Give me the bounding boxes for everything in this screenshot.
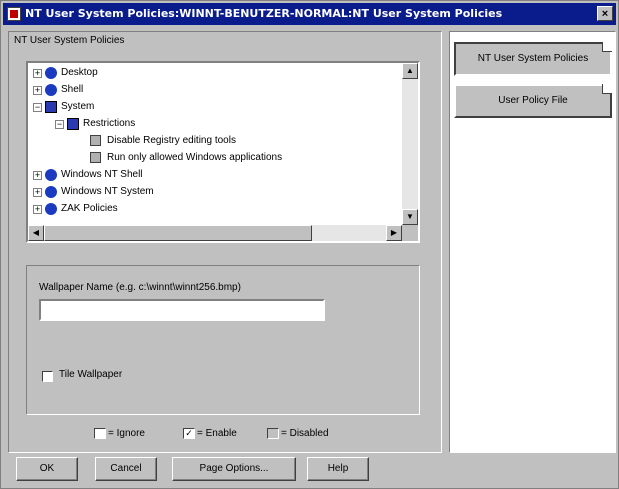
tab-label: NT User System Policies bbox=[477, 53, 589, 64]
settings-panel: Wallpaper Name (e.g. c:\winnt\winnt256.b… bbox=[26, 265, 420, 415]
book-icon bbox=[67, 118, 79, 130]
collapse-icon[interactable]: − bbox=[33, 103, 42, 112]
policy-tree[interactable]: + Desktop + Shell − System − Restriction… bbox=[26, 61, 420, 243]
disabled-legend-box bbox=[267, 428, 279, 439]
ignore-legend-label: = Ignore bbox=[108, 428, 145, 439]
tile-wallpaper-checkbox[interactable] bbox=[42, 371, 53, 382]
panel-caption: NT User System Policies bbox=[14, 35, 125, 46]
tree-item-system[interactable]: − System bbox=[28, 99, 402, 115]
scroll-corner bbox=[402, 225, 418, 241]
scroll-up-icon[interactable]: ▲ bbox=[402, 63, 418, 79]
checkbox-icon[interactable] bbox=[90, 135, 101, 146]
close-button[interactable]: × bbox=[597, 6, 613, 21]
enable-legend-label: = Enable bbox=[197, 428, 237, 439]
tree-item-label: Run only allowed Windows applications bbox=[107, 152, 283, 163]
expand-icon[interactable]: + bbox=[33, 205, 42, 214]
tree-item-label: Disable Registry editing tools bbox=[107, 135, 236, 146]
tree-item-label: ZAK Policies bbox=[61, 203, 118, 214]
tree-item-windows-nt-shell[interactable]: + Windows NT Shell bbox=[28, 167, 402, 183]
book-icon bbox=[45, 101, 57, 113]
globe-icon bbox=[45, 186, 57, 198]
globe-icon bbox=[45, 84, 57, 96]
help-button[interactable]: Help bbox=[307, 457, 369, 481]
globe-icon bbox=[45, 203, 57, 215]
tile-wallpaper-label: Tile Wallpaper bbox=[59, 369, 123, 380]
expand-icon[interactable]: + bbox=[33, 171, 42, 180]
cancel-button[interactable]: Cancel bbox=[95, 457, 157, 481]
wallpaper-name-label: Wallpaper Name (e.g. c:\winnt\winnt256.b… bbox=[39, 282, 241, 293]
page-corner-icon bbox=[602, 42, 612, 52]
ok-button[interactable]: OK bbox=[16, 457, 78, 481]
horizontal-scrollbar[interactable]: ◀ ▶ bbox=[28, 225, 402, 241]
scroll-thumb[interactable] bbox=[44, 225, 312, 241]
scroll-left-icon[interactable]: ◀ bbox=[28, 225, 44, 241]
expand-icon[interactable]: + bbox=[33, 188, 42, 197]
tab-label: User Policy File bbox=[498, 95, 568, 106]
expand-icon[interactable]: + bbox=[33, 69, 42, 78]
page-corner-icon bbox=[602, 84, 612, 94]
tree-item-disable-registry[interactable]: Disable Registry editing tools bbox=[28, 133, 402, 149]
globe-icon bbox=[45, 67, 57, 79]
tree-item-windows-nt-system[interactable]: + Windows NT System bbox=[28, 184, 402, 200]
vertical-scrollbar[interactable]: ▲ ▼ bbox=[402, 63, 418, 225]
disabled-legend-label: = Disabled bbox=[281, 428, 329, 439]
tree-item-restrictions[interactable]: − Restrictions bbox=[28, 116, 402, 132]
tree-item-desktop[interactable]: + Desktop bbox=[28, 65, 402, 81]
collapse-icon[interactable]: − bbox=[55, 120, 64, 129]
checkbox-icon[interactable] bbox=[90, 152, 101, 163]
page-selector: NT User System Policies User Policy File bbox=[449, 31, 616, 453]
tree-item-label: Desktop bbox=[61, 67, 98, 78]
tree-item-shell[interactable]: + Shell bbox=[28, 82, 402, 98]
enable-legend-box: ✓ bbox=[183, 428, 195, 439]
tree-content: + Desktop + Shell − System − Restriction… bbox=[28, 63, 402, 225]
tree-item-label: Windows NT Shell bbox=[61, 169, 143, 180]
tab-user-policy-file[interactable]: User Policy File bbox=[454, 84, 612, 118]
scroll-right-icon[interactable]: ▶ bbox=[386, 225, 402, 241]
policy-window: NT User System Policies:WINNT-BENUTZER-N… bbox=[0, 0, 619, 489]
tree-item-label: Restrictions bbox=[83, 118, 136, 129]
window-title: NT User System Policies:WINNT-BENUTZER-N… bbox=[25, 7, 503, 20]
ignore-legend-box bbox=[94, 428, 106, 439]
globe-icon bbox=[45, 169, 57, 181]
wallpaper-name-input[interactable] bbox=[39, 299, 325, 321]
tree-item-label: System bbox=[61, 101, 95, 112]
tab-nt-user-system-policies[interactable]: NT User System Policies bbox=[454, 42, 612, 76]
expand-icon[interactable]: + bbox=[33, 86, 42, 95]
tree-item-label: Windows NT System bbox=[61, 186, 154, 197]
tree-item-run-only-allowed[interactable]: Run only allowed Windows applications bbox=[28, 150, 402, 166]
tree-item-label: Shell bbox=[61, 84, 84, 95]
title-bar[interactable]: NT User System Policies:WINNT-BENUTZER-N… bbox=[3, 3, 616, 25]
tree-item-zak-policies[interactable]: + ZAK Policies bbox=[28, 201, 402, 217]
app-icon bbox=[7, 7, 21, 21]
scroll-down-icon[interactable]: ▼ bbox=[402, 209, 418, 225]
page-options-button[interactable]: Page Options... bbox=[172, 457, 296, 481]
